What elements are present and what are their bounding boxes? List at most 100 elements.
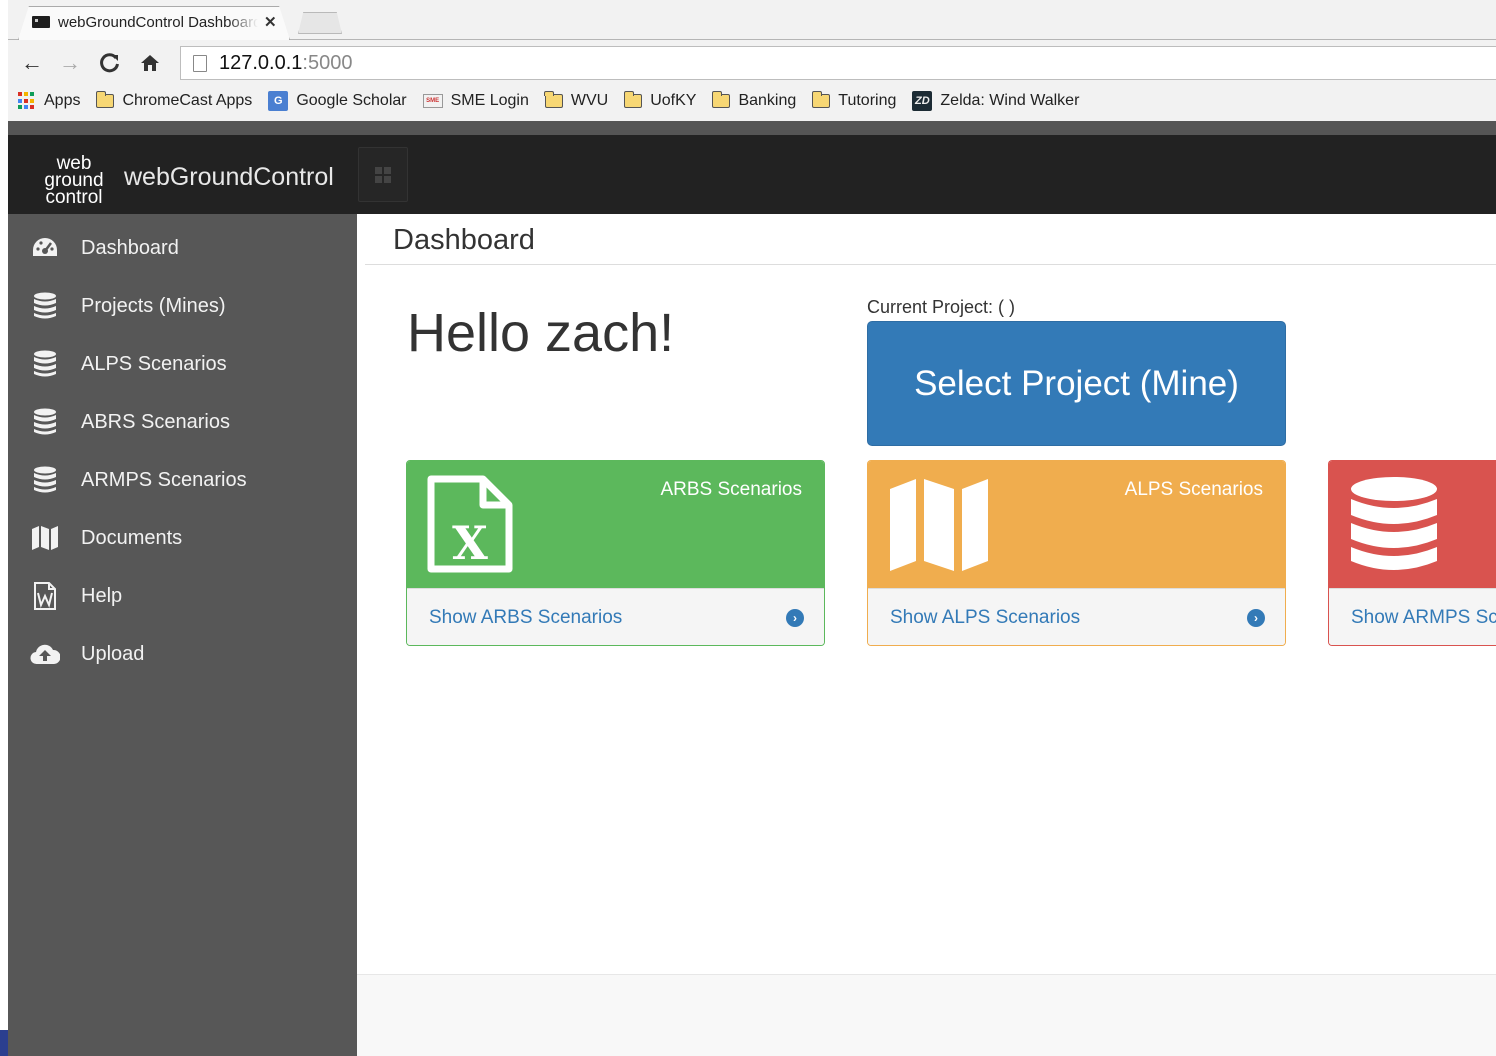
bookmark-chromecast-apps[interactable]: ChromeCast Apps [95,91,253,110]
panel-footer[interactable]: Show ARBS Scenarios › [407,588,824,645]
sidebar-item-alps-scenarios[interactable]: ALPS Scenarios [8,335,357,393]
dashboard-glyph [33,238,57,256]
back-arrow-icon[interactable]: ← [16,47,48,79]
new-tab-button[interactable] [298,12,342,34]
bookmark-sme-login[interactable]: SME SME Login [422,92,529,110]
sidebar-item-label: Projects (Mines) [81,294,226,317]
map-icon [30,523,60,553]
taskbar-fragment [0,1030,8,1056]
browser-chrome: webGroundControl Dashboard ✕ ← → 127.0.0… [8,0,1496,121]
arrow-circle-right-icon[interactable]: › [1247,609,1265,627]
main-content: Dashboard Hello zach! Current Project: (… [357,214,1496,974]
select-project-button[interactable]: Select Project (Mine) [867,321,1286,446]
sidebar-item-abrs-scenarios[interactable]: ABRS Scenarios [8,393,357,451]
tab-strip: webGroundControl Dashboard ✕ [8,0,1496,40]
grid-icon [375,166,391,183]
current-project-label: Current Project: ( ) [867,297,1016,317]
excel-file-glyph: X [427,475,513,573]
show-armps-scenarios-link[interactable]: Show ARMPS Scenarios [1351,607,1496,629]
sidebar-item-label: Documents [81,526,183,549]
browser-toolbar: ← → 127.0.0.1 :5000 [8,41,1496,85]
database-glyph [34,408,56,435]
greeting: Hello zach! [407,303,675,363]
google-scholar-icon: G [268,91,289,111]
database-icon [30,407,60,437]
arrow-circle-right-icon[interactable]: › [786,609,804,627]
bookmark-apps[interactable]: Apps [18,92,80,110]
page-icon [193,54,207,72]
cloud-upload-icon [30,639,60,669]
database-glyph [34,292,56,319]
word-file-icon [30,581,60,611]
url-port: :5000 [302,51,353,74]
map-glyph [890,479,988,571]
home-glyph [141,55,159,71]
database-glyph [1351,477,1437,570]
panel-footer[interactable]: Show ARMPS Scenarios [1329,588,1496,645]
word-file-glyph [34,582,56,610]
folder-icon [811,91,831,108]
sidebar-item-help[interactable]: Help [8,567,357,625]
url-host: 127.0.0.1 [219,51,303,74]
tab-close-icon[interactable]: ✕ [264,13,277,31]
sidebar-item-label: Upload [81,642,145,665]
map-icon [888,475,990,580]
sidebar-item-dashboard[interactable]: Dashboard [8,219,357,277]
panel-title: ALPS Scenarios [1124,479,1263,500]
bookmark-label: Google Scholar [296,92,407,109]
reload-icon[interactable] [94,47,126,79]
cloud-upload-glyph [30,644,60,665]
forward-arrow-icon[interactable]: → [54,47,86,79]
address-bar[interactable]: 127.0.0.1 :5000 [180,46,1496,80]
database-glyph [34,350,56,377]
sidebar-toggle-button[interactable] [358,147,408,202]
folder-icon [95,91,115,108]
browser-tab[interactable]: webGroundControl Dashboard ✕ [32,7,292,37]
tab-title: webGroundControl Dashboard [58,13,258,31]
bookmark-label: Apps [44,92,81,109]
bookmark-tutoring[interactable]: Tutoring [811,91,896,110]
dashboard-icon [30,233,60,263]
home-icon[interactable] [134,47,166,79]
database-icon [30,291,60,321]
zelda-icon: ZD [912,91,933,111]
app-header: web ground control webGroundControl [8,135,1496,214]
sidebar-item-label: ABRS Scenarios [81,410,230,433]
bookmark-label: ChromeCast Apps [122,92,253,109]
brand-name[interactable]: webGroundControl [124,163,334,192]
alps-scenarios-panel: ALPS Scenarios Show ALPS Scenarios › [867,460,1286,646]
arbs-scenarios-panel: X ARBS Scenarios Show ARBS Scenarios › [406,460,825,646]
sidebar-item-documents[interactable]: Documents [8,509,357,567]
sidebar-item-label: Help [81,584,123,607]
screen-left-edge [0,0,8,1056]
database-glyph [34,466,56,493]
folder-icon [623,91,643,108]
bookmark-banking[interactable]: Banking [711,91,797,110]
sme-icon: SME [422,94,443,108]
sidebar-item-projects[interactable]: Projects (Mines) [8,277,357,335]
bookmark-label: WVU [570,92,609,109]
show-alps-scenarios-link[interactable]: Show ALPS Scenarios [890,607,1080,629]
folder-icon [711,91,731,108]
app-logo[interactable]: web ground control [40,154,108,207]
sidebar-item-label: ARMPS Scenarios [81,468,247,491]
show-arbs-scenarios-link[interactable]: Show ARBS Scenarios [429,607,622,629]
bookmark-uofky[interactable]: UofKY [623,91,697,110]
sidebar-item-upload[interactable]: Upload [8,625,357,683]
sidebar-item-label: Dashboard [81,236,179,259]
bookmark-label: UofKY [650,92,697,109]
folder-icon [544,91,563,108]
page-title: Dashboard [393,224,535,256]
bookmarks-bar: Apps ChromeCast Apps G Google Scholar SM… [8,86,1496,116]
sidebar-item-armps-scenarios[interactable]: ARMPS Scenarios [8,451,357,509]
panel-heading: ALPS Scenarios [868,461,1285,588]
database-icon [1349,475,1439,580]
panel-heading: X ARBS Scenarios [407,461,824,588]
title-divider [365,264,1496,265]
bookmark-wvu[interactable]: WVU [544,91,609,110]
bookmark-google-scholar[interactable]: G Google Scholar [268,91,407,111]
bookmark-label: Banking [738,92,797,109]
panel-footer[interactable]: Show ALPS Scenarios › [868,588,1285,645]
bookmark-zelda[interactable]: ZD Zelda: Wind Walker [912,91,1079,111]
sidebar-item-label: ALPS Scenarios [81,352,227,375]
